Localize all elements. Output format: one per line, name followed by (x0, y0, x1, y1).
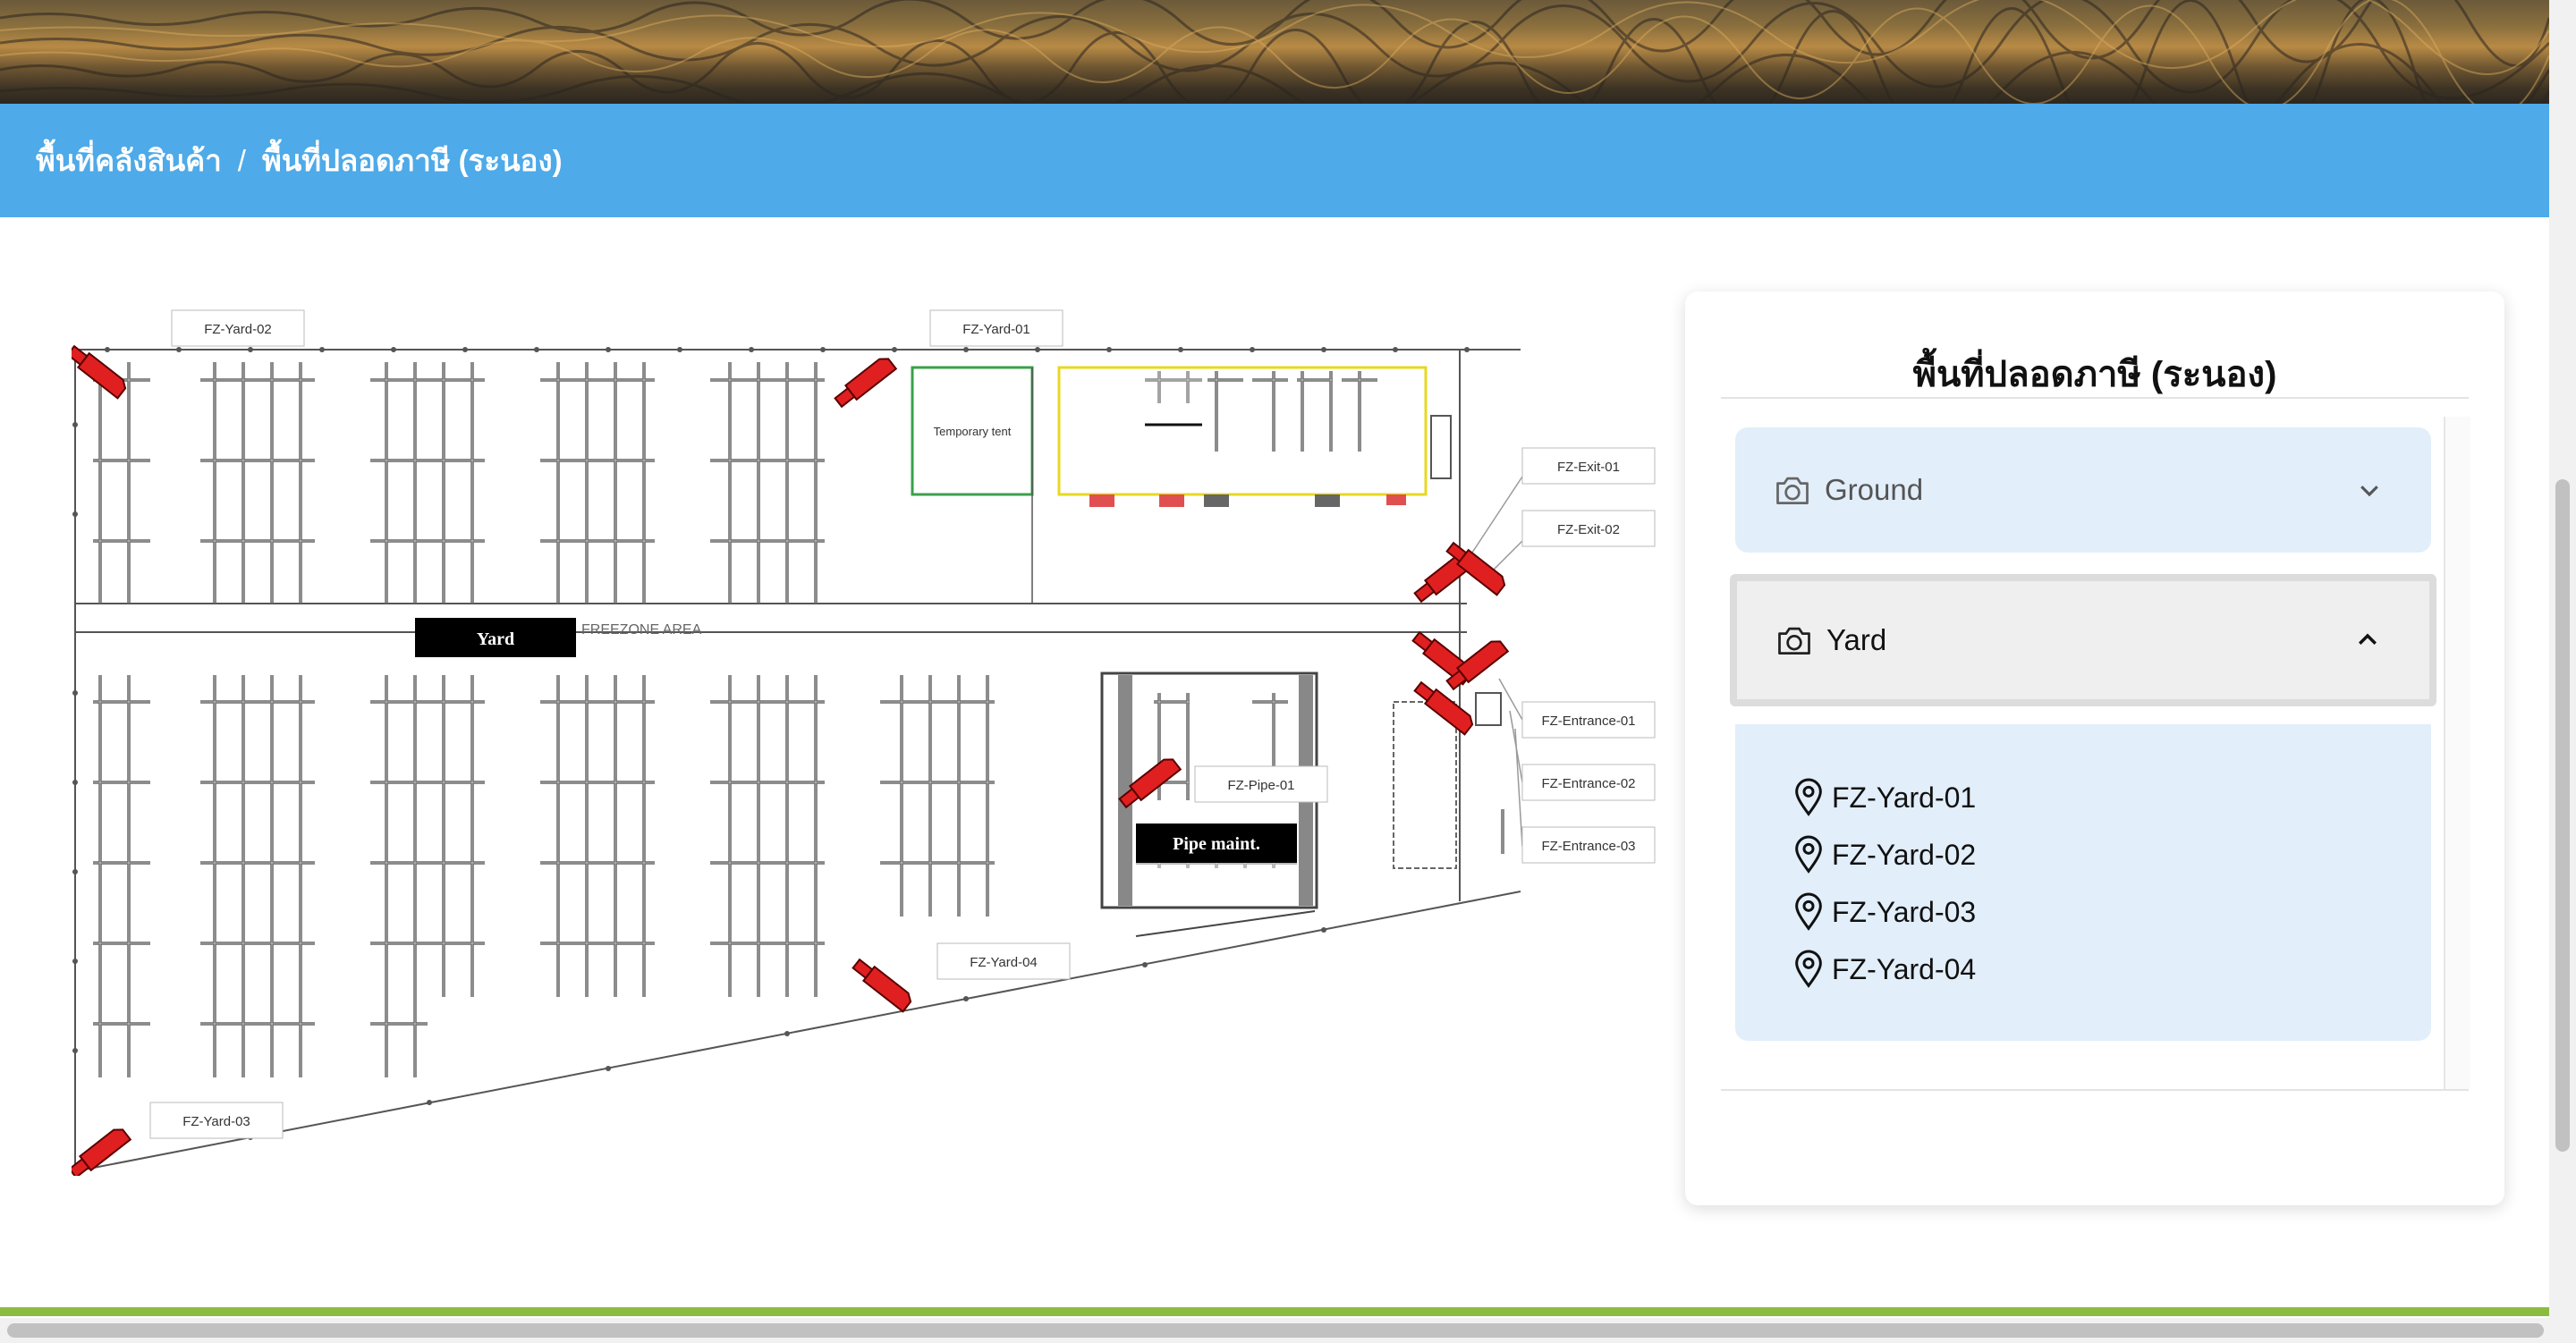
svg-text:FZ-Yard-02: FZ-Yard-02 (204, 322, 272, 337)
location-item[interactable]: FZ-Yard-03 (1791, 883, 1976, 941)
yard-label: Yard (477, 629, 514, 649)
accordion-ground[interactable]: Ground (1735, 427, 2431, 553)
location-label: FZ-Yard-01 (1832, 781, 1977, 814)
location-label: FZ-Yard-04 (1832, 952, 1977, 985)
breadcrumb-bar: พื้นที่คลังสินค้า / พื้นที่ปลอดภาษี (ระน… (0, 104, 2549, 217)
location-label: FZ-Yard-02 (1832, 838, 1977, 871)
svg-text:FZ-Entrance-03: FZ-Entrance-03 (1541, 839, 1635, 854)
pipe-label: Pipe maint. (1173, 834, 1260, 854)
camera-icon (1778, 627, 1810, 655)
location-label: FZ-Yard-03 (1832, 895, 1977, 928)
yard-location-list-panel: FZ-Yard-01 FZ-Yard-02 FZ-Yard-03 FZ-Yard… (1735, 724, 2431, 1041)
pipe-maintenance-building: Pipe maint. (1100, 672, 1318, 937)
camera-label-fz-exit-02[interactable]: FZ-Exit-02 (1521, 510, 1656, 547)
freezone-label: FREEZONE AREA (581, 622, 702, 638)
site-map: Temporary tent Yard FREEZONE AREA Pipe m… (64, 300, 1664, 1181)
breadcrumb-separator: / (237, 143, 246, 177)
camera-label-fz-entrance-02[interactable]: FZ-Entrance-02 (1521, 764, 1656, 801)
camera-icon[interactable] (850, 956, 915, 1013)
camera-label-fz-entrance-03[interactable]: FZ-Entrance-03 (1521, 826, 1656, 864)
site-map-drawing: Temporary tent Yard FREEZONE AREA Pipe m… (64, 309, 1656, 1181)
page-scrollbar-thumb[interactable] (2555, 479, 2570, 1152)
map-pin-icon (1795, 892, 1822, 931)
camera-label-fz-yard-02[interactable]: FZ-Yard-02 (171, 309, 305, 347)
map-pin-icon (1795, 950, 1822, 988)
svg-text:FZ-Yard-04: FZ-Yard-04 (970, 955, 1038, 970)
horizontal-scrollbar-thumb[interactable] (7, 1323, 2544, 1338)
svg-text:FZ-Exit-02: FZ-Exit-02 (1557, 522, 1620, 537)
breadcrumb: พื้นที่คลังสินค้า / พื้นที่ปลอดภาษี (ระน… (36, 137, 563, 184)
storage-slots-top (93, 362, 825, 604)
chevron-down-icon (2360, 486, 2378, 497)
footer-accent-line (0, 1307, 2549, 1316)
svg-text:FZ-Entrance-01: FZ-Entrance-01 (1541, 714, 1635, 729)
svg-text:FZ-Yard-01: FZ-Yard-01 (962, 322, 1030, 337)
accordion-label: Ground (1825, 473, 1924, 506)
page-scrollbar[interactable] (2549, 0, 2576, 1343)
panel-scrollbar[interactable] (2444, 417, 2470, 1089)
camera-label-fz-yard-03[interactable]: FZ-Yard-03 (149, 1102, 284, 1139)
accordion-yard[interactable]: Yard (1730, 574, 2436, 706)
camera-label-fz-pipe-01[interactable]: FZ-Pipe-01 (1194, 765, 1328, 803)
camera-label-fz-yard-04[interactable]: FZ-Yard-04 (936, 942, 1071, 980)
warehouse-building (1057, 366, 1452, 507)
water-texture (0, 0, 2549, 104)
camera-label-fz-entrance-01[interactable]: FZ-Entrance-01 (1521, 701, 1656, 739)
storage-slots-bottom (93, 675, 995, 1077)
svg-text:FZ-Entrance-02: FZ-Entrance-02 (1541, 776, 1635, 791)
tent-label: Temporary tent (934, 425, 1012, 438)
location-item[interactable]: FZ-Yard-01 (1791, 769, 1976, 826)
location-item[interactable]: FZ-Yard-02 (1791, 826, 1976, 883)
camera-icon (1776, 477, 1809, 505)
camera-label-fz-exit-01[interactable]: FZ-Exit-01 (1521, 447, 1656, 485)
breadcrumb-warehouse-area[interactable]: พื้นที่คลังสินค้า (36, 137, 222, 184)
yard-location-list: FZ-Yard-01 FZ-Yard-02 FZ-Yard-03 FZ-Yard… (1791, 769, 1976, 998)
temporary-tent: Temporary tent (911, 366, 1034, 496)
camera-icon[interactable] (832, 353, 897, 410)
panel-divider (1721, 397, 2469, 399)
camera-location-panel: พื้นที่ปลอดภาษี (ระนอง) Ground Yard FZ-Y… (1685, 291, 2504, 1205)
accordion-label: Yard (1826, 623, 1887, 656)
location-item[interactable]: FZ-Yard-04 (1791, 941, 1976, 998)
camera-label-fz-yard-01[interactable]: FZ-Yard-01 (929, 309, 1063, 347)
camera-icon[interactable] (1411, 679, 1477, 736)
panel-divider (1721, 1089, 2469, 1091)
svg-text:FZ-Pipe-01: FZ-Pipe-01 (1227, 778, 1294, 793)
svg-text:FZ-Exit-01: FZ-Exit-01 (1557, 460, 1620, 475)
header-banner-image (0, 0, 2549, 104)
horizontal-scrollbar[interactable] (0, 1318, 2549, 1343)
svg-text:FZ-Yard-03: FZ-Yard-03 (182, 1114, 250, 1129)
chevron-up-icon (2359, 633, 2377, 645)
breadcrumb-current-page: พื้นที่ปลอดภาษี (ระนอง) (261, 144, 563, 177)
panel-title: พื้นที่ปลอดภาษี (ระนอง) (1912, 355, 2277, 394)
map-pin-icon (1795, 835, 1822, 874)
camera-icon[interactable] (66, 1124, 131, 1181)
map-pin-icon (1795, 778, 1822, 816)
